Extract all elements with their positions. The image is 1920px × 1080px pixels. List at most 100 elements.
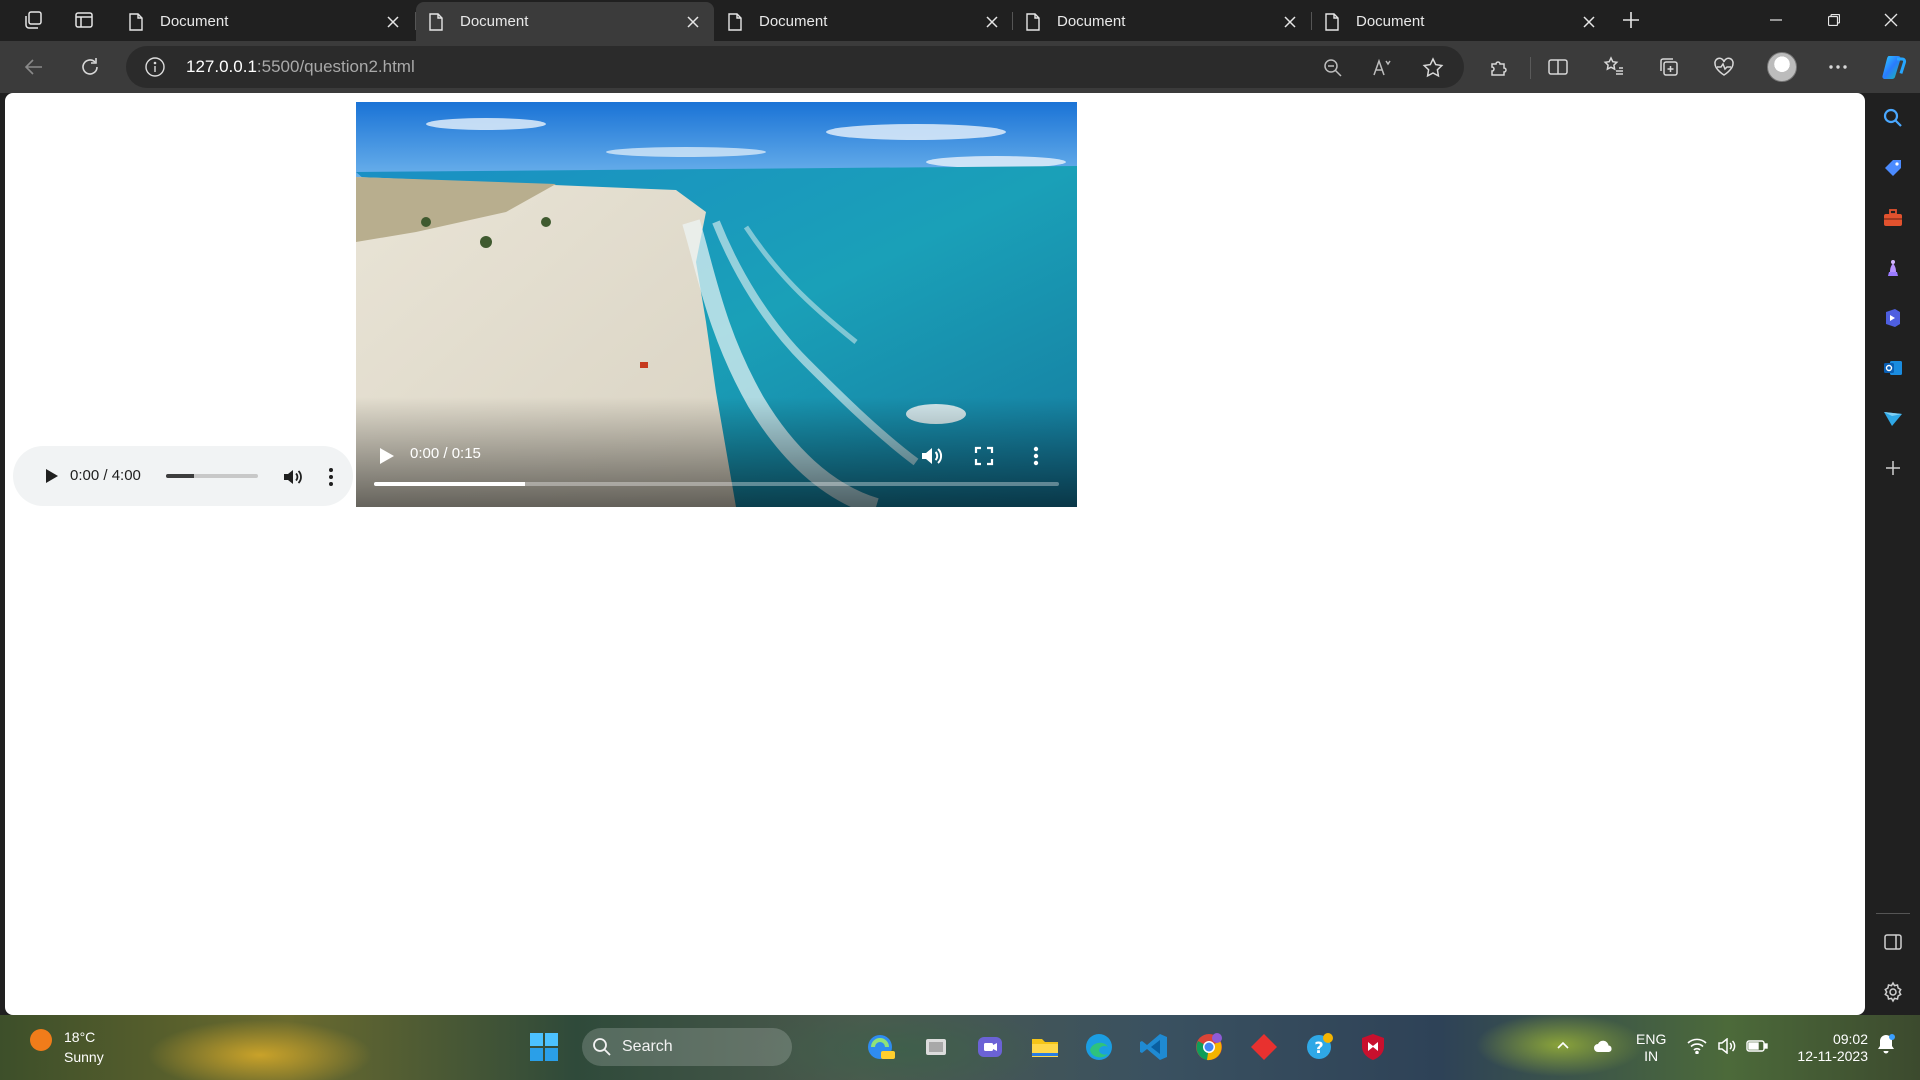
address-bar[interactable]: 127.0.0.1:5500/question2.html [126, 46, 1464, 88]
clock[interactable]: 09:02 12-11-2023 [1780, 1031, 1868, 1065]
page-viewport: 0:00 / 4:00 0:00 / 0:15 [5, 93, 1865, 1015]
minimize-button[interactable] [1747, 0, 1805, 40]
tab-5[interactable]: Document [1312, 2, 1610, 41]
sidebar-settings-button[interactable] [1878, 977, 1908, 1007]
shopping-tag-icon [1882, 157, 1904, 179]
weather-condition[interactable]: Sunny [64, 1049, 104, 1065]
arrow-left-icon [23, 56, 45, 78]
refresh-icon [79, 56, 101, 78]
sidebar-search-button[interactable] [1878, 103, 1908, 133]
tray-wifi[interactable] [1684, 1033, 1710, 1059]
send-icon [1882, 407, 1904, 429]
video-progress-bar[interactable] [374, 482, 1059, 486]
heart-pulse-icon [1713, 56, 1735, 78]
taskbar-app-file-explorer[interactable] [1028, 1030, 1062, 1064]
clock-date: 12-11-2023 [1797, 1048, 1868, 1064]
tab-3[interactable]: Document [715, 2, 1013, 41]
vertical-tabs-icon [74, 10, 94, 30]
tray-onedrive[interactable] [1590, 1033, 1616, 1059]
taskbar-search[interactable]: Search [582, 1028, 792, 1066]
taskbar-app-chrome[interactable] [1192, 1030, 1226, 1064]
tray-overflow-button[interactable] [1550, 1033, 1576, 1059]
taskbar-app-help[interactable]: ? [1302, 1030, 1336, 1064]
document-icon [727, 12, 747, 32]
sun-icon[interactable] [30, 1029, 52, 1051]
tab-close-button[interactable] [1279, 11, 1301, 33]
close-window-button[interactable] [1862, 0, 1920, 40]
volume-icon[interactable] [918, 443, 944, 469]
sidebar-add-button[interactable] [1878, 453, 1908, 483]
restore-button[interactable] [1805, 0, 1863, 40]
tab-close-button[interactable] [382, 11, 404, 33]
help-icon: ? [1304, 1032, 1334, 1062]
fullscreen-icon[interactable] [972, 444, 996, 468]
cloud-icon [1592, 1038, 1614, 1054]
vscode-icon [1139, 1032, 1169, 1062]
audio-time: 0:00 / 4:00 [70, 467, 141, 484]
more-vertical-icon[interactable] [1026, 444, 1046, 468]
extensions-button[interactable] [1481, 49, 1517, 85]
tab-2[interactable]: Document [416, 2, 714, 41]
split-screen-icon [1547, 56, 1569, 78]
notification-bell-icon[interactable] [1875, 1033, 1901, 1059]
tab-strip: Document Document Document Document Docu… [0, 0, 1920, 41]
sidebar-divider [1876, 913, 1910, 914]
play-icon[interactable] [41, 466, 61, 486]
tab-1[interactable]: Document [116, 2, 414, 41]
sidebar-games-button[interactable] [1878, 253, 1908, 283]
copilot-button[interactable] [1876, 49, 1912, 85]
speaker-icon [1717, 1038, 1737, 1054]
sidebar-shopping-button[interactable] [1878, 153, 1908, 183]
taskbar-app-mcafee[interactable] [1356, 1030, 1390, 1064]
region-code: IN [1644, 1048, 1659, 1064]
windows-logo-icon [529, 1032, 559, 1062]
tray-battery[interactable] [1744, 1033, 1770, 1059]
split-screen-button[interactable] [1540, 49, 1576, 85]
settings-menu-button[interactable] [1820, 49, 1856, 85]
tab-close-button[interactable] [981, 11, 1003, 33]
tab-close-button[interactable] [1578, 11, 1600, 33]
tab-close-button[interactable] [682, 11, 704, 33]
zoom-button[interactable] [1318, 53, 1348, 83]
tray-volume[interactable] [1714, 1033, 1740, 1059]
taskbar-app-teams[interactable] [973, 1030, 1007, 1064]
taskbar-app-task-view[interactable] [919, 1030, 953, 1064]
more-vertical-icon[interactable] [321, 466, 341, 488]
sidebar-office-button[interactable] [1878, 303, 1908, 333]
back-button[interactable] [16, 49, 52, 85]
taskbar-app-edge[interactable] [1082, 1030, 1116, 1064]
start-button[interactable] [527, 1030, 561, 1064]
sidebar-hide-button[interactable] [1878, 927, 1908, 957]
weather-temperature[interactable]: 18°C [64, 1029, 95, 1045]
tab-4[interactable]: Document [1013, 2, 1311, 41]
site-info-icon[interactable] [144, 56, 166, 78]
browser-essentials-button[interactable] [1706, 49, 1742, 85]
sidebar-outlook-button[interactable] [1878, 353, 1908, 383]
new-tab-button[interactable] [1614, 4, 1648, 36]
workspaces-button[interactable] [16, 4, 50, 36]
sidebar-drop-button[interactable] [1878, 403, 1908, 433]
refresh-button[interactable] [72, 49, 108, 85]
url-host: 127.0.0.1 [186, 57, 257, 76]
taskbar-app-vscode[interactable] [1137, 1030, 1171, 1064]
search-icon [1882, 107, 1904, 129]
video-player[interactable]: 0:00 / 0:15 [356, 102, 1077, 507]
read-aloud-button[interactable] [1368, 53, 1398, 83]
audio-volume-fill [166, 474, 194, 478]
profile-avatar[interactable] [1767, 52, 1797, 82]
tab-actions-button[interactable] [67, 4, 101, 36]
taskbar-app-copilot-pre[interactable] [863, 1030, 897, 1064]
favorites-button[interactable] [1596, 49, 1632, 85]
favorite-button[interactable] [1418, 53, 1448, 83]
clock-time: 09:02 [1832, 1031, 1868, 1047]
play-icon[interactable] [374, 444, 398, 468]
taskbar-app-git[interactable] [1247, 1030, 1281, 1064]
sidebar-tools-button[interactable] [1878, 203, 1908, 233]
audio-player[interactable]: 0:00 / 4:00 [13, 446, 353, 506]
document-icon [428, 12, 448, 32]
collections-button[interactable] [1651, 49, 1687, 85]
office-icon [1882, 307, 1904, 329]
volume-icon[interactable] [281, 466, 303, 488]
language-indicator[interactable]: ENG IN [1636, 1031, 1666, 1065]
audio-volume-slider[interactable] [166, 474, 258, 478]
